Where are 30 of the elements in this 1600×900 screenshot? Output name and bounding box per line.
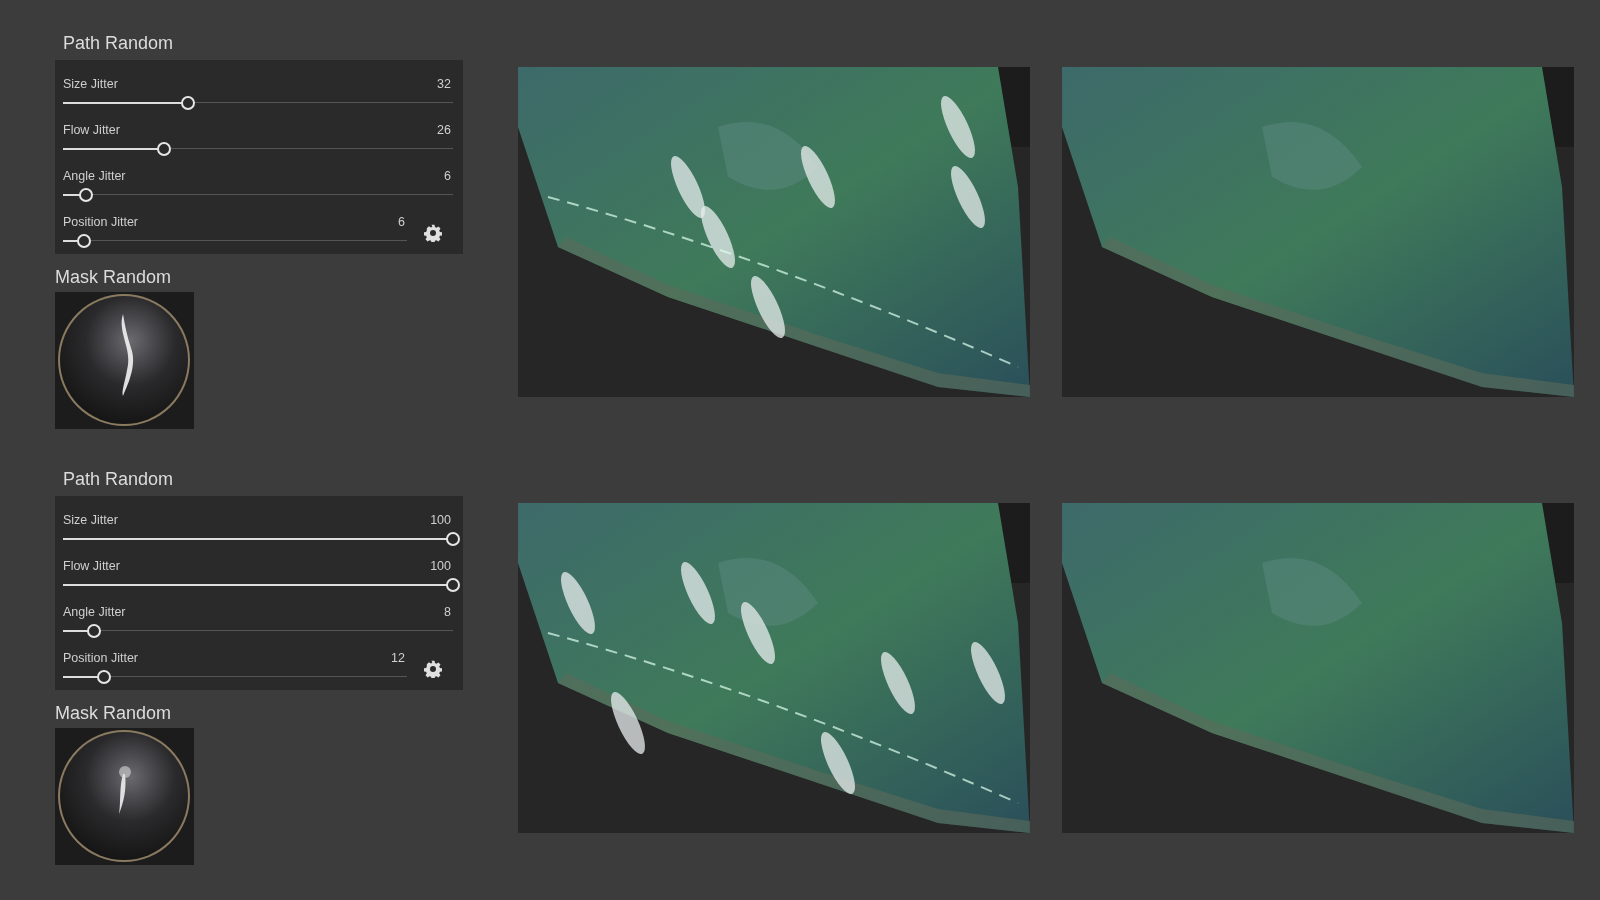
slider-thumb[interactable] [180,96,195,110]
slider-value: 32 [437,76,451,92]
section-title: Mask Random [55,702,173,724]
slider-thumb[interactable] [87,624,102,638]
slider-value: 12 [391,650,405,666]
settings-icon [424,660,442,678]
slider-label: Position Jitter [63,650,139,666]
slider-thumb[interactable] [79,188,94,202]
slider-thumb[interactable] [76,234,91,248]
slider-thumb[interactable] [446,578,460,592]
slider-label: Flow Jitter [63,558,120,574]
section-title: Path Random [63,32,175,54]
slider-label: Flow Jitter [63,122,120,138]
slider-value: 26 [437,122,451,138]
slider-thumb[interactable] [157,142,172,156]
slider-label: Size Jitter [63,76,118,92]
slider-label: Position Jitter [63,214,139,230]
section-title: Mask Random [55,266,173,288]
slider-thumb[interactable] [97,670,112,684]
slider-value: 8 [444,604,451,620]
slider-label: Size Jitter [63,512,118,528]
slider-value: 6 [444,168,451,184]
slider-value: 6 [398,214,405,230]
slider-thumb[interactable] [446,532,460,546]
slider-value: 100 [430,512,451,528]
slider-label: Angle Jitter [63,604,126,620]
settings-icon [424,224,442,242]
section-title: Path Random [63,468,175,490]
slider-label: Angle Jitter [63,168,126,184]
slider-value: 100 [430,558,451,574]
